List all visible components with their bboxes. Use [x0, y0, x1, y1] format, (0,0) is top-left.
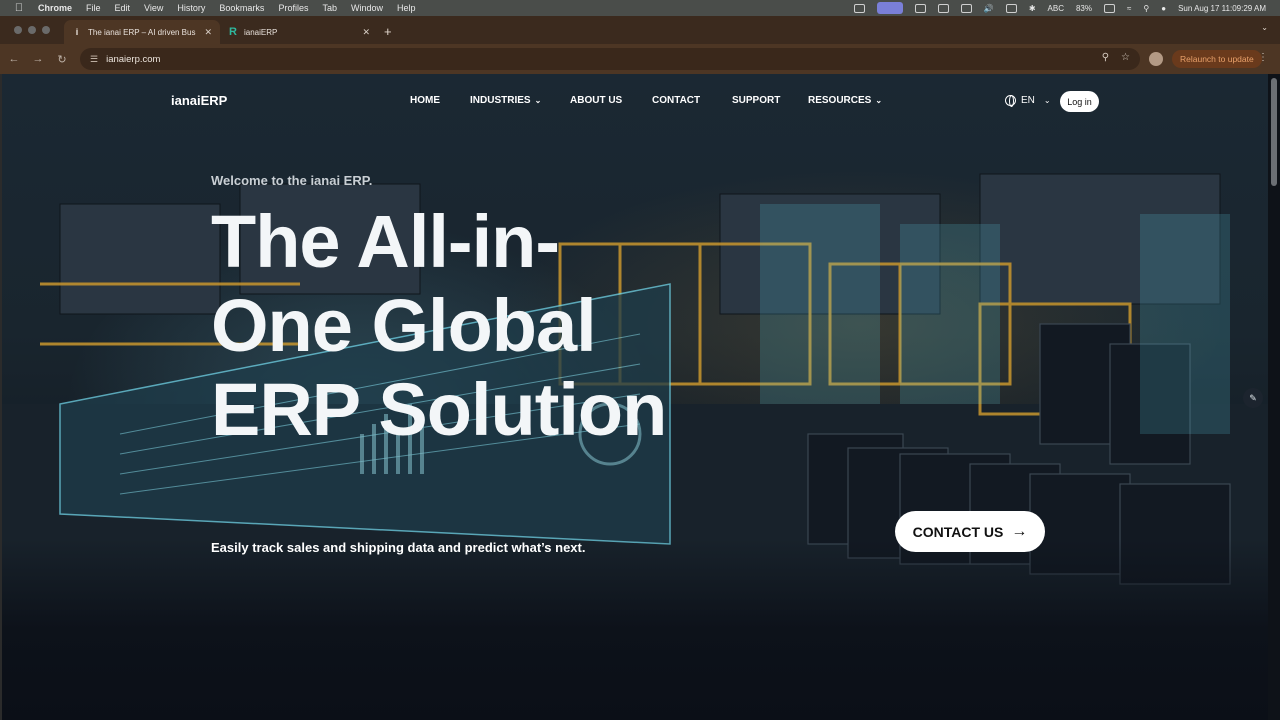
status-area: 🔊 ✱ ABC 83% ≈ ⚲ ● Sun Aug 17 11:09:29 AM: [853, 0, 1266, 16]
nav-support-label: SUPPORT: [732, 95, 781, 106]
nav-resources-label: RESOURCES: [808, 95, 872, 106]
ianai-favicon-icon: R: [229, 26, 237, 38]
close-window-button[interactable]: [14, 26, 22, 34]
keyboard-status-icon[interactable]: [960, 3, 972, 13]
menu-file[interactable]: File: [86, 3, 101, 13]
tab-search-chevron-icon[interactable]: ⌄: [1261, 23, 1268, 32]
new-tab-icon[interactable]: +: [384, 24, 392, 39]
site-settings-icon[interactable]: ☰: [90, 54, 98, 65]
clock-text[interactable]: Sun Aug 17 11:09:29 AM: [1178, 4, 1266, 13]
menu-bookmarks[interactable]: Bookmarks: [219, 3, 264, 13]
reload-icon[interactable]: ↻: [50, 53, 74, 66]
wifi-icon[interactable]: ≈: [1127, 4, 1131, 13]
nav-contact-label: CONTACT: [652, 95, 701, 106]
hero-welcome-text: Welcome to the ianai ERP.: [211, 173, 373, 188]
hero-tagline: Easily track sales and shipping data and…: [211, 540, 586, 555]
edit-pencil-icon[interactable]: ✎: [1243, 388, 1263, 408]
menu-view[interactable]: View: [144, 3, 163, 13]
apple-icon[interactable]: : [12, 2, 26, 14]
nav-about-label: ABOUT US: [570, 95, 623, 106]
tab-title: ianaiERP: [244, 27, 278, 37]
menu-window[interactable]: Window: [351, 3, 383, 13]
menu-edit[interactable]: Edit: [115, 3, 131, 13]
tab-ianai-erp-home[interactable]: i The ianai ERP – AI driven Bus ✕: [64, 20, 220, 44]
nav-industries-label: INDUSTRIES: [470, 95, 531, 106]
page-left-border: [0, 74, 2, 720]
nav-support[interactable]: SUPPORT: [732, 95, 780, 106]
scrollbar-thumb[interactable]: [1271, 78, 1277, 186]
forward-arrow-icon[interactable]: →: [26, 53, 50, 65]
bookmark-star-icon[interactable]: ☆: [1121, 52, 1130, 63]
language-selector[interactable]: EN ⌄: [1005, 95, 1051, 107]
bluetooth-icon[interactable]: ✱: [1029, 4, 1036, 13]
hero-title: The All-in- One Global ERP Solution: [211, 200, 771, 452]
control-center-icon[interactable]: ●: [1161, 4, 1166, 13]
minimize-window-button[interactable]: [28, 26, 36, 34]
relaunch-to-update-button[interactable]: Relaunch to update: [1172, 50, 1262, 68]
login-button[interactable]: Log in: [1060, 91, 1099, 112]
nav-home[interactable]: HOME: [410, 95, 440, 106]
browser-toolbar: ← → ↻ ☰ ianaierp.com ⚲ ☆ Relaunch to upd…: [0, 44, 1280, 74]
zoom-search-icon[interactable]: ⚲: [1102, 52, 1109, 63]
contact-us-button[interactable]: CONTACT US →: [895, 511, 1045, 552]
more-menu-icon[interactable]: ⋮: [1258, 52, 1268, 63]
url-text[interactable]: ianaierp.com: [106, 54, 160, 65]
globe-status-icon[interactable]: [937, 3, 949, 13]
extension-icon[interactable]: [914, 3, 926, 13]
hero-title-line-3: ERP Solution: [211, 368, 667, 451]
macos-menu-bar:  Chrome File Edit View History Bookmark…: [0, 0, 1280, 16]
browser-tab-strip: i The ianai ERP – AI driven Bus ✕ R iana…: [0, 16, 1280, 44]
menu-help[interactable]: Help: [397, 3, 416, 13]
chevron-down-icon: ⌄: [875, 96, 883, 105]
back-arrow-icon[interactable]: ←: [2, 53, 26, 65]
hero-title-line-2: One Global: [211, 284, 597, 367]
battery-icon[interactable]: [1103, 3, 1115, 13]
close-tab-icon[interactable]: ✕: [362, 27, 370, 38]
chevron-down-icon: ⌄: [1043, 96, 1051, 105]
page-viewport: ianaiERP HOME INDUSTRIES ⌄ ABOUT US CONTA…: [0, 74, 1280, 720]
site-logo[interactable]: ianaiERP: [171, 93, 227, 108]
menu-tab[interactable]: Tab: [322, 3, 337, 13]
screen-mirror-icon[interactable]: [876, 2, 903, 14]
tab-title: The ianai ERP – AI driven Bus: [88, 27, 196, 37]
arrow-right-icon: →: [1011, 522, 1028, 540]
input-source[interactable]: ABC: [1048, 4, 1064, 13]
globe-icon: [1005, 95, 1016, 107]
zoom-window-button[interactable]: [42, 26, 50, 34]
volume-icon[interactable]: 🔊: [984, 4, 994, 13]
address-bar[interactable]: ☰ ianaierp.com ⚲ ☆: [80, 48, 1140, 70]
display-icon[interactable]: [1005, 3, 1017, 13]
nav-contact[interactable]: CONTACT: [652, 95, 700, 106]
hero-title-line-1: The All-in-: [211, 200, 560, 283]
info-favicon-icon: i: [75, 27, 79, 37]
menu-history[interactable]: History: [177, 3, 205, 13]
tab-ianaierp[interactable]: R ianaiERP ✕: [220, 20, 378, 44]
chevron-down-icon: ⌄: [534, 96, 542, 105]
menu-app-name[interactable]: Chrome: [38, 3, 72, 13]
page-scrollbar[interactable]: [1268, 74, 1280, 720]
nav-industries[interactable]: INDUSTRIES ⌄: [470, 95, 541, 106]
language-label: EN: [1021, 95, 1035, 106]
close-tab-icon[interactable]: ✕: [204, 27, 212, 38]
menu-profiles[interactable]: Profiles: [278, 3, 308, 13]
screen-record-icon[interactable]: [853, 3, 865, 13]
window-controls: [14, 26, 50, 34]
profile-avatar[interactable]: [1149, 52, 1163, 66]
nav-resources[interactable]: RESOURCES ⌄: [808, 95, 882, 106]
nav-about-us[interactable]: ABOUT US: [570, 95, 622, 106]
contact-us-label: CONTACT US: [912, 523, 1004, 540]
nav-home-label: HOME: [410, 95, 440, 106]
battery-percent[interactable]: 83%: [1076, 4, 1092, 13]
spotlight-search-icon[interactable]: ⚲: [1143, 4, 1149, 13]
